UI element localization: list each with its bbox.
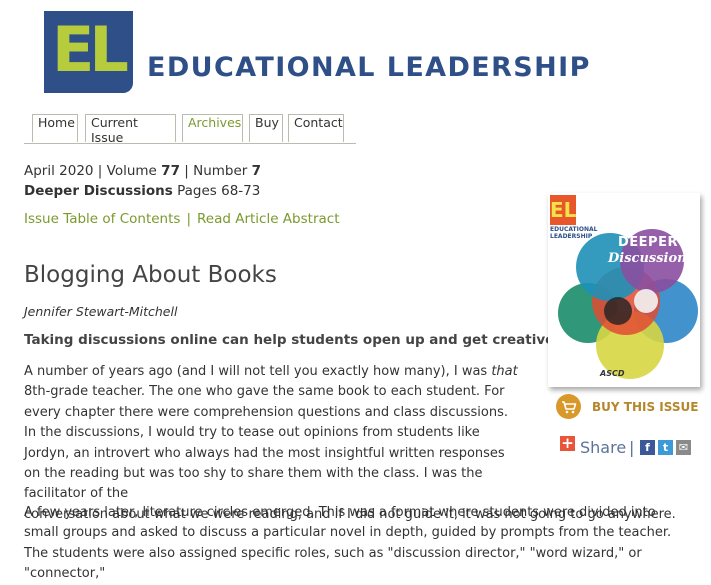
nav-buy[interactable]: Buy: [249, 114, 283, 142]
issue-theme[interactable]: Deeper Discussions: [24, 183, 173, 199]
twitter-icon[interactable]: t: [658, 440, 673, 455]
nav-contact[interactable]: Contact: [288, 114, 344, 142]
paragraph-text: A number of years ago (and I will not te…: [24, 364, 492, 379]
logo[interactable]: EL: [44, 11, 133, 93]
email-icon[interactable]: ✉: [676, 440, 691, 455]
plus-icon[interactable]: +: [560, 436, 575, 451]
page-range: Pages 68-73: [177, 183, 261, 199]
cover-subtitle: Discussions: [608, 251, 694, 266]
article-author: Jennifer Stewart-Mitchell: [24, 304, 178, 319]
logo-text: EL: [52, 13, 129, 86]
buy-label: BUY THIS ISSUE: [592, 400, 699, 414]
issue-cover[interactable]: EL EDUCATIONAL LEADERSHIP DEEPER Discuss…: [548, 193, 700, 387]
issue-number: 7: [251, 163, 262, 179]
site-title[interactable]: EDUCATIONAL LEADERSHIP: [147, 52, 591, 83]
toc-link[interactable]: Issue Table of Contents: [24, 211, 180, 227]
share-link[interactable]: Share: [580, 438, 626, 457]
main-nav: Home Current Issue Archives Buy Contact: [24, 114, 356, 145]
volume-label: Volume: [106, 163, 157, 179]
article-paragraph: A few years later, literature circles em…: [24, 505, 672, 582]
article-deck: Taking discussions online can help stude…: [24, 332, 560, 348]
issue-theme-line: Deeper Discussions Pages 68-73: [24, 183, 260, 199]
nav-current-issue[interactable]: Current Issue: [85, 114, 176, 145]
nav-archives[interactable]: Archives: [182, 114, 243, 142]
issue-date: April 2020: [24, 163, 94, 179]
emphasis-text: that: [491, 364, 518, 379]
nav-home[interactable]: Home: [32, 114, 78, 142]
share-separator: |: [629, 438, 635, 457]
cover-publisher: ASCD: [600, 369, 625, 378]
issue-links: Issue Table of Contents | Read Article Abs…: [24, 211, 339, 227]
link-separator: |: [186, 211, 191, 227]
issue-meta: April 2020 | Volume 77 | Number 7: [24, 163, 262, 179]
article-paragraph: A number of years ago (and I will not te…: [24, 362, 676, 525]
article-title: Blogging About Books: [24, 262, 277, 288]
cover-title: DEEPER: [618, 235, 678, 250]
abstract-link[interactable]: Read Article Abstract: [197, 211, 339, 227]
cover-badge: EL: [550, 195, 576, 225]
cover-masthead: EDUCATIONAL LEADERSHIP: [550, 226, 598, 240]
volume-number: 77: [161, 163, 180, 179]
paragraph-text: 8th-grade teacher. The one who gave the …: [24, 384, 508, 502]
facebook-icon[interactable]: f: [640, 440, 655, 455]
cart-icon: [556, 394, 581, 419]
number-label: Number: [193, 163, 248, 179]
